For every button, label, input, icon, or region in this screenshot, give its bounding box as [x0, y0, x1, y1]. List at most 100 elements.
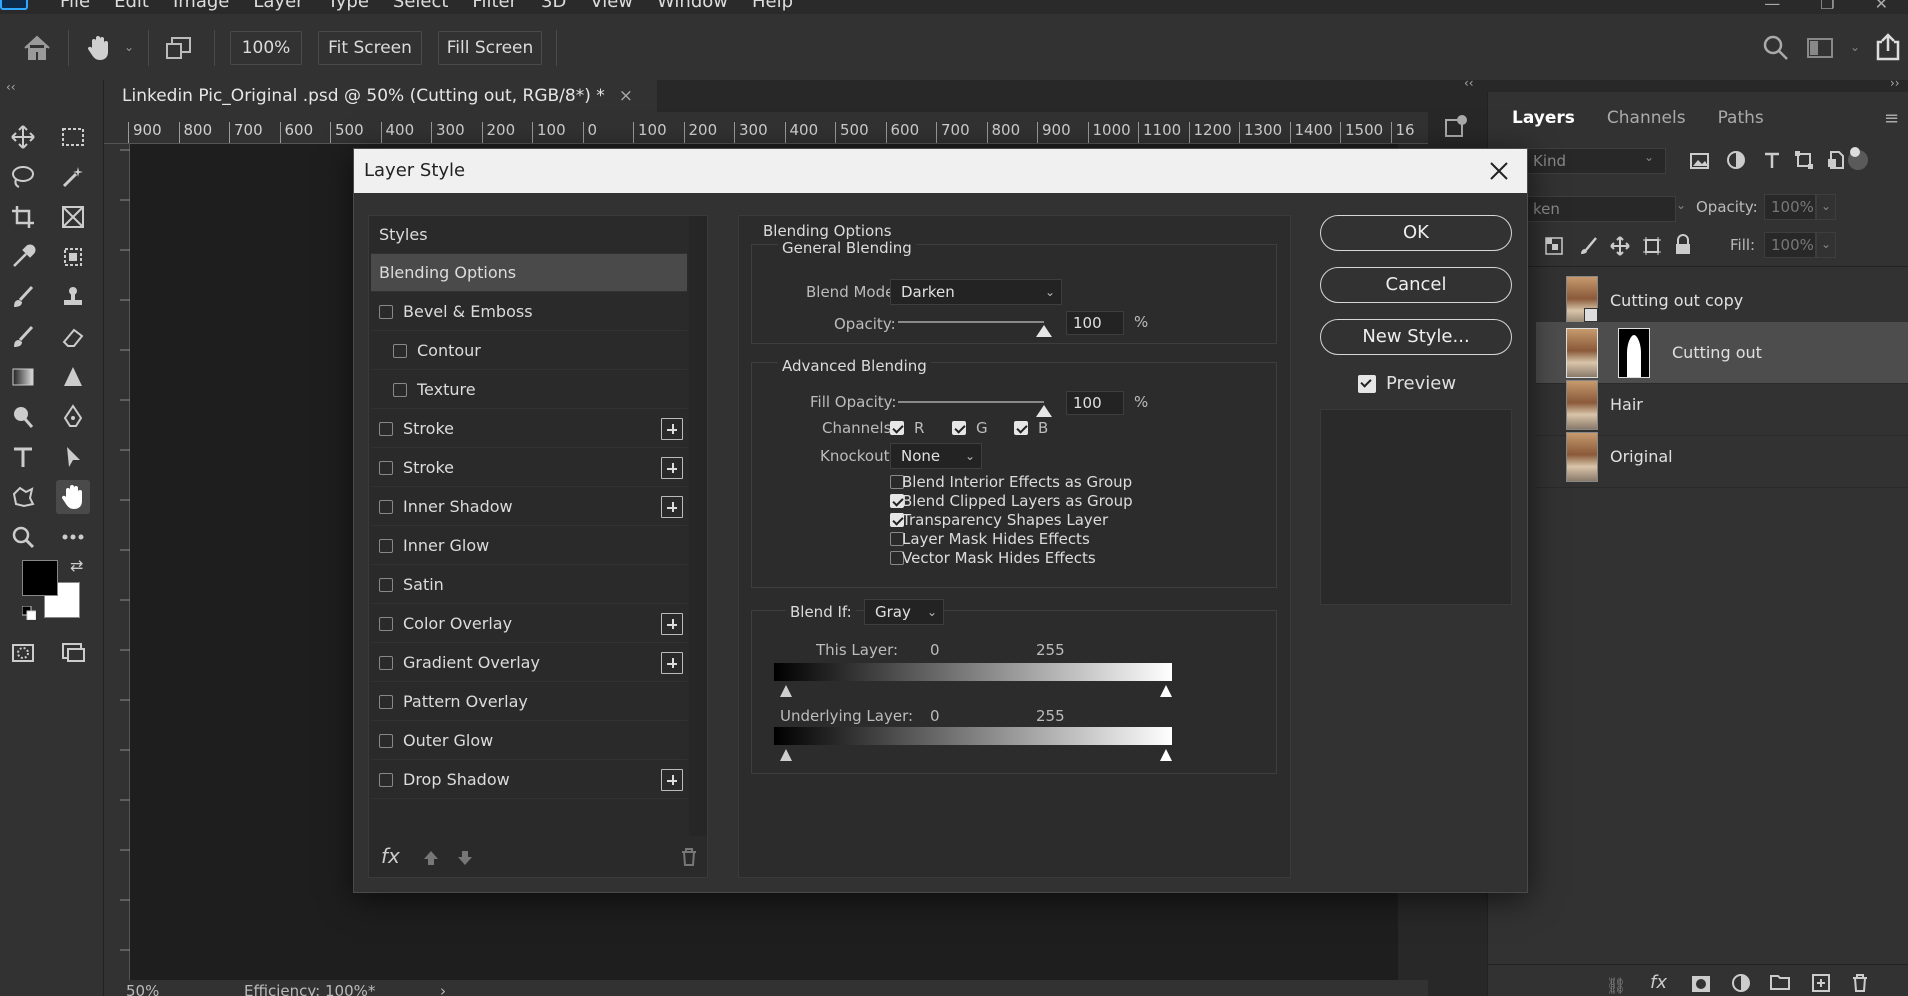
fill-screen-button[interactable]: Fill Screen	[438, 31, 542, 65]
stamp-tool-icon[interactable]	[56, 280, 90, 314]
menu-select[interactable]: Select	[381, 0, 461, 12]
share-icon[interactable]	[1874, 32, 1902, 62]
style-item-inner-shadow[interactable]: Inner Shadow	[371, 488, 687, 526]
style-checkbox[interactable]	[379, 734, 393, 748]
style-item-pattern-overlay[interactable]: Pattern Overlay	[371, 683, 687, 721]
styles-header[interactable]: Styles	[371, 216, 687, 254]
blur-tool-icon[interactable]	[56, 360, 90, 394]
type-tool-icon[interactable]	[6, 440, 40, 474]
workspace-icon[interactable]	[1806, 36, 1836, 60]
layer-blend-mode-select[interactable]: ken	[1526, 196, 1676, 222]
search-icon[interactable]	[1762, 34, 1790, 62]
menu-image[interactable]: Image	[161, 0, 241, 12]
style-checkbox[interactable]	[379, 695, 393, 709]
style-item-drop-shadow[interactable]: Drop Shadow	[371, 761, 687, 799]
filter-shape-icon[interactable]	[1794, 150, 1814, 170]
delete-layer-icon[interactable]	[1852, 974, 1868, 992]
style-item-inner-glow[interactable]: Inner Glow	[371, 527, 687, 565]
status-zoom[interactable]: 50%	[126, 980, 159, 996]
add-style-plus-icon[interactable]	[661, 457, 683, 479]
link-layers-icon[interactable]: ⛓	[1606, 976, 1626, 995]
menu-view[interactable]: View	[578, 0, 645, 12]
lasso-tool-icon[interactable]	[6, 160, 40, 194]
collapse-panel-left-icon[interactable]: ‹‹	[1464, 76, 1474, 90]
lock-transparent-icon[interactable]	[1544, 236, 1564, 256]
style-checkbox[interactable]	[379, 539, 393, 553]
menu-help[interactable]: Help	[740, 0, 805, 12]
menu-window[interactable]: Window	[645, 0, 740, 12]
style-item-blending-options[interactable]: Blending Options	[371, 254, 687, 292]
style-checkbox[interactable]	[379, 461, 393, 475]
move-tool-icon[interactable]	[6, 120, 40, 154]
style-item-gradient-overlay[interactable]: Gradient Overlay	[371, 644, 687, 682]
frame-tool-icon[interactable]	[56, 200, 90, 234]
opacity-input[interactable]: 100	[1066, 311, 1124, 335]
history-brush-icon[interactable]	[6, 320, 40, 354]
style-checkbox[interactable]	[393, 344, 407, 358]
hand-tool-active-icon[interactable]	[56, 480, 90, 514]
ok-button[interactable]: OK	[1320, 215, 1512, 251]
cancel-button[interactable]: Cancel	[1320, 267, 1512, 303]
tab-paths[interactable]: Paths	[1702, 96, 1780, 140]
opacity-slider-knob[interactable]	[1036, 325, 1052, 337]
home-icon[interactable]	[22, 34, 52, 62]
this-layer-gradient[interactable]	[774, 663, 1172, 681]
swap-colors-icon[interactable]: ⇄	[70, 556, 83, 575]
style-item-texture[interactable]: Texture	[371, 371, 687, 409]
gradient-tool-icon[interactable]	[6, 360, 40, 394]
zoom-100-button[interactable]: 100%	[230, 31, 302, 65]
layer-opacity-value[interactable]: 100%	[1764, 194, 1816, 220]
style-checkbox[interactable]	[379, 305, 393, 319]
style-item-outer-glow[interactable]: Outer Glow	[371, 722, 687, 760]
eraser-tool-icon[interactable]	[56, 320, 90, 354]
style-checkbox[interactable]	[379, 422, 393, 436]
maximize-icon[interactable]: ❐	[1820, 0, 1834, 13]
menu-layer[interactable]: Layer	[241, 0, 315, 12]
screen-mode-icon[interactable]	[56, 636, 90, 670]
lock-pixels-icon[interactable]	[1578, 236, 1598, 256]
knockout-select[interactable]: None ⌄	[890, 443, 982, 469]
workspace-chevron-icon[interactable]: ⌄	[1850, 40, 1860, 54]
add-style-plus-icon[interactable]	[661, 418, 683, 440]
filter-toggle[interactable]	[1848, 147, 1868, 170]
move-up-icon[interactable]	[423, 850, 439, 866]
status-arrow-icon[interactable]: ›	[440, 980, 446, 996]
foreground-color-swatch[interactable]	[22, 560, 58, 596]
filter-smart-object-icon[interactable]	[1826, 150, 1846, 170]
layer-fill-chevron-icon[interactable]: ⌄	[1816, 232, 1836, 258]
close-window-icon[interactable]: ✕	[1875, 0, 1888, 13]
spot-healing-icon[interactable]	[56, 240, 90, 274]
style-item-satin[interactable]: Satin	[371, 566, 687, 604]
channel-r-checkbox[interactable]	[890, 421, 904, 435]
more-tools-icon[interactable]	[56, 520, 90, 554]
style-checkbox[interactable]	[379, 656, 393, 670]
layer-mask-thumbnail[interactable]	[1618, 328, 1650, 378]
custom-shape-icon[interactable]	[6, 480, 40, 514]
style-item-stroke[interactable]: Stroke	[371, 449, 687, 487]
opacity-slider-track[interactable]	[898, 321, 1044, 323]
underlying-white-slider[interactable]	[1160, 749, 1172, 761]
filter-adjustment-icon[interactable]	[1726, 150, 1746, 170]
add-style-plus-icon[interactable]	[661, 652, 683, 674]
menu-edit[interactable]: Edit	[102, 0, 161, 12]
lock-artboard-icon[interactable]	[1642, 236, 1662, 256]
style-checkbox[interactable]	[379, 500, 393, 514]
zoom-tool-icon[interactable]	[6, 520, 40, 554]
style-checkbox[interactable]	[393, 383, 407, 397]
hand-tool-icon[interactable]	[86, 34, 112, 62]
fit-screen-button[interactable]: Fit Screen	[318, 31, 422, 65]
new-layer-icon[interactable]	[1812, 974, 1830, 992]
layer-fill-value[interactable]: 100%	[1764, 232, 1816, 258]
menu-3d[interactable]: 3D	[529, 0, 578, 12]
channel-b-checkbox[interactable]	[1014, 421, 1028, 435]
panel-menu-icon[interactable]: ≡	[1884, 108, 1899, 129]
collapse-toolbar-icon[interactable]: ‹‹	[6, 80, 16, 94]
style-item-contour[interactable]: Contour	[371, 332, 687, 370]
close-icon[interactable]	[1487, 159, 1511, 183]
style-item-color-overlay[interactable]: Color Overlay	[371, 605, 687, 643]
add-style-plus-icon[interactable]	[661, 496, 683, 518]
style-checkbox[interactable]	[379, 578, 393, 592]
marquee-tool-icon[interactable]	[56, 120, 90, 154]
channel-g-checkbox[interactable]	[952, 421, 966, 435]
scroll-all-windows-icon[interactable]	[164, 34, 194, 62]
